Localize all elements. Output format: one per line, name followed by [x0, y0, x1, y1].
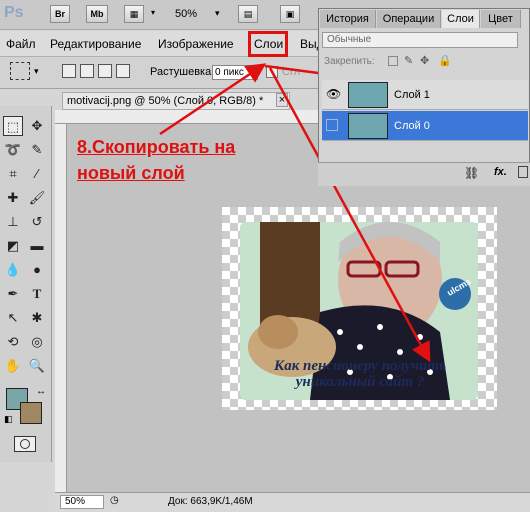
status-icon[interactable]: ◷ — [110, 495, 119, 506]
document-info: Док: 663,9K/1,46M — [168, 496, 253, 507]
layer-thumbnail — [348, 113, 388, 139]
layer-thumbnail — [348, 82, 388, 108]
status-bar — [55, 492, 530, 512]
tab-color[interactable]: Цвет — [481, 10, 521, 28]
add-mask-icon[interactable] — [518, 166, 528, 178]
fx-icon[interactable]: fx. — [494, 166, 507, 178]
layer-row-1[interactable]: 👁 Слой 1 — [322, 80, 528, 110]
link-layers-icon[interactable]: ⛓ — [464, 166, 479, 180]
eye-icon[interactable]: 👁 — [326, 87, 341, 101]
tab-layers[interactable]: Слои — [442, 10, 480, 28]
lock-label: Закрепить: — [324, 56, 375, 67]
blend-mode-select[interactable]: Обычные — [322, 32, 518, 48]
lock-all-icon[interactable]: 🔒 — [438, 54, 452, 67]
layer-name: Слой 0 — [394, 120, 430, 132]
visibility-toggle[interactable] — [326, 119, 338, 131]
tab-history[interactable]: История — [320, 10, 376, 28]
lock-transparency-icon[interactable] — [388, 56, 398, 66]
zoom-status-input[interactable]: 50% — [60, 495, 104, 509]
layer-row-0[interactable]: Слой 0 — [322, 111, 528, 141]
layer-name: Слой 1 — [394, 89, 430, 101]
lock-pixels-icon[interactable]: ✎ — [404, 54, 413, 67]
lock-position-icon[interactable]: ✥ — [420, 54, 429, 67]
tab-actions[interactable]: Операции — [377, 10, 441, 28]
